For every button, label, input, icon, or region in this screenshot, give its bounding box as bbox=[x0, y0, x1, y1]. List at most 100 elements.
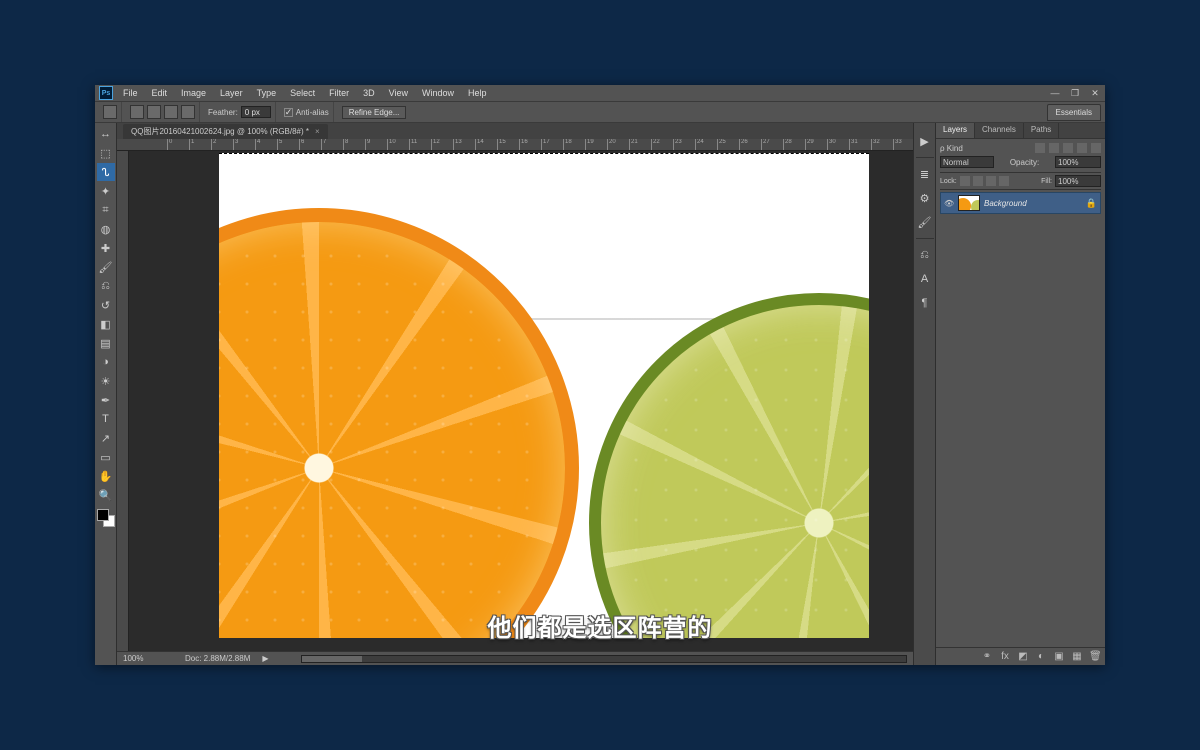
ruler-horizontal: 0123456789101112131415161718192021222324… bbox=[117, 139, 913, 151]
selection-intersect-icon[interactable] bbox=[181, 105, 195, 119]
menu-view[interactable]: View bbox=[383, 86, 414, 100]
ruler-mark: 19 bbox=[585, 139, 594, 150]
layer-locked-icon: 🔒 bbox=[1086, 198, 1097, 209]
paragraph-panel-icon[interactable]: ¶ bbox=[917, 295, 933, 311]
menu-layer[interactable]: Layer bbox=[214, 86, 249, 100]
layer-row-background[interactable]: 👁 Background 🔒 bbox=[940, 192, 1101, 214]
tab-layers[interactable]: Layers bbox=[936, 123, 975, 138]
opacity-input[interactable] bbox=[1055, 156, 1101, 168]
magic-wand-tool[interactable]: ✦ bbox=[97, 182, 115, 200]
tab-paths[interactable]: Paths bbox=[1024, 123, 1059, 138]
ruler-mark: 20 bbox=[607, 139, 616, 150]
status-bar: 100% Doc: 2.88M/2.88M ▶ bbox=[117, 651, 913, 665]
menu-help[interactable]: Help bbox=[462, 86, 493, 100]
canvas-viewport[interactable] bbox=[129, 151, 913, 651]
zoom-tool[interactable]: 🔍 bbox=[97, 486, 115, 504]
feather-label: Feather: bbox=[208, 108, 238, 117]
ruler-mark: 31 bbox=[849, 139, 858, 150]
adjustment-layer-icon[interactable]: ◐ bbox=[1035, 651, 1047, 663]
zoom-level[interactable]: 100% bbox=[123, 654, 173, 663]
lasso-tool-icon[interactable] bbox=[103, 105, 117, 119]
document-tab[interactable]: QQ图片20160421002624.jpg @ 100% (RGB/8#) *… bbox=[123, 124, 328, 139]
refine-edge-button[interactable]: Refine Edge... bbox=[342, 106, 407, 119]
canvas[interactable] bbox=[219, 153, 869, 638]
opacity-label: Opacity: bbox=[1010, 158, 1039, 167]
selection-add-icon[interactable] bbox=[147, 105, 161, 119]
crop-tool[interactable]: ⌗ bbox=[97, 201, 115, 219]
lock-transparency-icon[interactable] bbox=[960, 176, 970, 186]
pen-tool[interactable]: ✒ bbox=[97, 391, 115, 409]
close-button[interactable]: ✕ bbox=[1085, 86, 1105, 100]
ruler-mark: 13 bbox=[453, 139, 462, 150]
scrollbar-thumb[interactable] bbox=[302, 656, 362, 662]
healing-tool[interactable]: ✚ bbox=[97, 239, 115, 257]
filter-adjust-icon[interactable] bbox=[1049, 143, 1059, 153]
horizontal-scrollbar[interactable] bbox=[301, 655, 907, 663]
filter-shape-icon[interactable] bbox=[1077, 143, 1087, 153]
history-brush-tool[interactable]: ↺ bbox=[97, 296, 115, 314]
menu-filter[interactable]: Filter bbox=[323, 86, 355, 100]
stamp-tool[interactable]: ⎌ bbox=[97, 277, 115, 295]
path-tool[interactable]: ↗ bbox=[97, 429, 115, 447]
move-tool[interactable]: ↔ bbox=[97, 125, 115, 143]
foreground-color-swatch[interactable] bbox=[97, 509, 109, 521]
layer-name-label[interactable]: Background bbox=[984, 199, 1082, 208]
maximize-button[interactable]: ❐ bbox=[1065, 86, 1085, 100]
character-panel-icon[interactable]: A bbox=[917, 271, 933, 287]
feather-input[interactable] bbox=[241, 106, 271, 118]
visibility-eye-icon[interactable]: 👁 bbox=[944, 199, 954, 208]
gradient-tool[interactable]: ▤ bbox=[97, 334, 115, 352]
dock-separator bbox=[916, 238, 934, 239]
type-tool[interactable]: T bbox=[97, 410, 115, 428]
layer-style-icon[interactable]: fx bbox=[999, 651, 1011, 663]
color-swatches[interactable] bbox=[97, 509, 115, 527]
brush-panel-icon[interactable]: 🖌 bbox=[917, 214, 933, 230]
hand-tool[interactable]: ✋ bbox=[97, 467, 115, 485]
filter-smart-icon[interactable] bbox=[1091, 143, 1101, 153]
actions-panel-icon[interactable]: ≣ bbox=[917, 166, 933, 182]
menu-type[interactable]: Type bbox=[251, 86, 283, 100]
document-body bbox=[117, 151, 913, 651]
clone-panel-icon[interactable]: ⎌ bbox=[917, 247, 933, 263]
delete-layer-icon[interactable]: 🗑 bbox=[1089, 651, 1101, 663]
minimize-button[interactable]: — bbox=[1045, 86, 1065, 100]
menu-select[interactable]: Select bbox=[284, 86, 321, 100]
chevron-right-icon[interactable]: ▶ bbox=[262, 654, 268, 663]
workspace-switcher[interactable]: Essentials bbox=[1047, 104, 1101, 121]
ruler-mark: 27 bbox=[761, 139, 770, 150]
menu-window[interactable]: Window bbox=[416, 86, 460, 100]
dodge-tool[interactable]: ☀ bbox=[97, 372, 115, 390]
menu-file[interactable]: File bbox=[117, 86, 144, 100]
main-area: ↔⬚ᔐ✦⌗◍✚🖌⎌↺◧▤◑☀✒T↗▭✋🔍 QQ图片20160421002624.… bbox=[95, 123, 1105, 665]
layer-mask-icon[interactable]: ◩ bbox=[1017, 651, 1029, 663]
dock-separator bbox=[916, 157, 934, 158]
blur-tool[interactable]: ◑ bbox=[97, 353, 115, 371]
selection-subtract-icon[interactable] bbox=[164, 105, 178, 119]
lock-all-icon[interactable] bbox=[999, 176, 1009, 186]
document-tab-close-icon[interactable]: × bbox=[315, 127, 320, 136]
lock-position-icon[interactable] bbox=[986, 176, 996, 186]
menu-edit[interactable]: Edit bbox=[146, 86, 174, 100]
menu-3d[interactable]: 3D bbox=[357, 86, 381, 100]
tab-channels[interactable]: Channels bbox=[975, 123, 1024, 138]
history-panel-icon[interactable]: ▶ bbox=[917, 133, 933, 149]
selection-new-icon[interactable] bbox=[130, 105, 144, 119]
filter-pixel-icon[interactable] bbox=[1035, 143, 1045, 153]
brush-tool[interactable]: 🖌 bbox=[97, 258, 115, 276]
new-layer-icon[interactable]: ▦ bbox=[1071, 651, 1083, 663]
group-icon[interactable]: ▣ bbox=[1053, 651, 1065, 663]
marquee-tool[interactable]: ⬚ bbox=[97, 144, 115, 162]
eyedropper-tool[interactable]: ◍ bbox=[97, 220, 115, 238]
properties-panel-icon[interactable]: ⚙ bbox=[917, 190, 933, 206]
menu-image[interactable]: Image bbox=[175, 86, 212, 100]
shape-tool[interactable]: ▭ bbox=[97, 448, 115, 466]
fill-input[interactable] bbox=[1055, 175, 1101, 187]
link-layers-icon[interactable]: ⚭ bbox=[981, 651, 993, 663]
lock-pixels-icon[interactable] bbox=[973, 176, 983, 186]
layer-thumbnail[interactable] bbox=[958, 195, 980, 211]
lasso-tool[interactable]: ᔐ bbox=[97, 163, 115, 181]
antialias-checkbox[interactable] bbox=[284, 108, 293, 117]
eraser-tool[interactable]: ◧ bbox=[97, 315, 115, 333]
filter-type-icon[interactable] bbox=[1063, 143, 1073, 153]
blend-mode-select[interactable] bbox=[940, 156, 994, 168]
